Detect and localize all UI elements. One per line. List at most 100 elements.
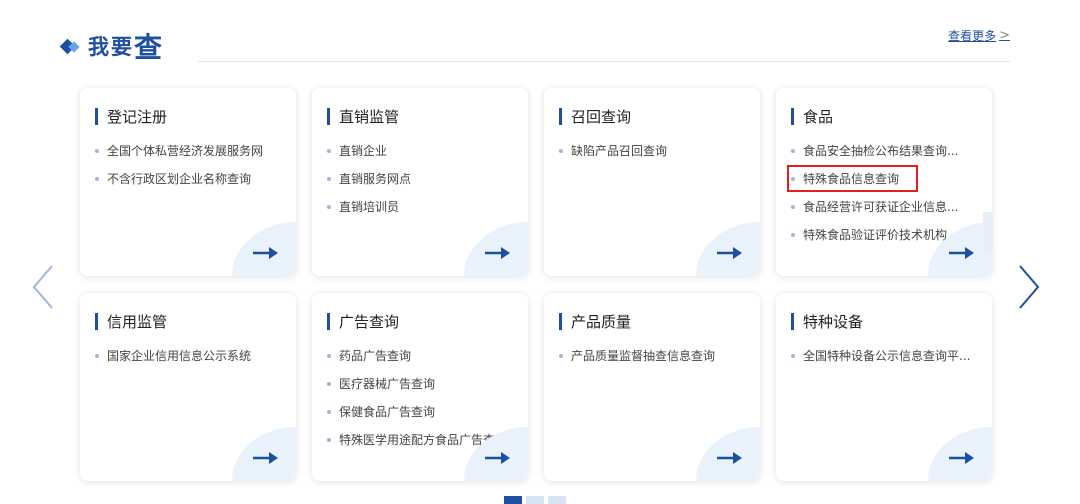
arrow-right-icon[interactable] — [716, 451, 742, 465]
card-title[interactable]: 登记注册 — [95, 106, 167, 127]
category-card: 产品质量产品质量监督抽查信息查询 — [544, 293, 760, 481]
card-link[interactable]: 直销服务网点 — [327, 171, 519, 199]
title-bar — [327, 313, 330, 330]
pager-dot-2[interactable] — [526, 496, 544, 504]
arrow-right-icon[interactable] — [716, 246, 742, 260]
card-title-text: 召回查询 — [571, 108, 632, 126]
card-title[interactable]: 信用监管 — [95, 311, 167, 332]
bullet-icon — [95, 354, 99, 358]
card-link-text: 产品质量监督抽查信息查询 — [571, 349, 716, 363]
title-bar — [559, 313, 562, 330]
card-link-text: 缺陷产品召回查询 — [571, 144, 668, 158]
title-bar — [95, 313, 98, 330]
card-link[interactable]: 全国个体私营经济发展服务网 — [95, 143, 287, 171]
section-header: 我要 查 查看更多 > — [0, 0, 1080, 70]
carousel-pager — [504, 496, 566, 504]
bullet-icon — [327, 382, 331, 386]
bullet-icon — [327, 438, 331, 442]
card-link-text: 医疗器械广告查询 — [339, 377, 436, 391]
card-link[interactable]: 产品质量监督抽查信息查询 — [559, 348, 751, 376]
card-link[interactable]: 缺陷产品召回查询 — [559, 143, 751, 171]
card-link-list: 直销企业直销服务网点 直销培训员 — [327, 143, 519, 227]
title-bar — [327, 108, 330, 125]
card-title-text: 广告查询 — [339, 313, 400, 331]
arrow-right-icon[interactable] — [252, 246, 278, 260]
chevron-right-small-icon: > — [999, 28, 1010, 43]
card-link-text: 国家企业信用信息公示系统 — [107, 349, 252, 363]
card-link-text: 全国个体私营经济发展服务网 — [107, 144, 264, 158]
card-title[interactable]: 广告查询 — [327, 311, 399, 332]
title-bar — [791, 108, 794, 125]
card-link[interactable]: 保健食品广告查询 — [327, 404, 519, 432]
bullet-icon — [95, 177, 99, 181]
category-card: 广告查询 药品广告查询 医疗器械广告查询 保健食品广告查询 特殊医学用途配方食品广告查.… — [312, 293, 528, 481]
category-card: 信用监管国家企业信用信息公示系统 — [80, 293, 296, 481]
card-link-text: 直销培训员 — [339, 200, 400, 214]
arrow-right-icon[interactable] — [484, 451, 510, 465]
card-link[interactable]: 国家企业信用信息公示系统 — [95, 348, 287, 376]
carousel-prev-button[interactable] — [28, 262, 58, 312]
arrow-right-icon[interactable] — [948, 246, 974, 260]
arrow-right-icon[interactable] — [252, 451, 278, 465]
card-link-text: 直销企业 — [339, 144, 388, 158]
card-title-text: 直销监管 — [339, 108, 400, 126]
title-bar — [791, 313, 794, 330]
bullet-icon — [327, 149, 331, 153]
card-title[interactable]: 产品质量 — [559, 311, 631, 332]
card-link-text: 直销服务网点 — [339, 172, 412, 186]
bullet-icon — [327, 177, 331, 181]
diamond-icon — [59, 37, 80, 55]
card-link-list: 国家企业信用信息公示系统 — [95, 348, 287, 376]
card-link-list: 缺陷产品召回查询 — [559, 143, 751, 171]
bullet-icon — [791, 205, 795, 209]
bullet-icon — [327, 205, 331, 209]
bullet-icon — [327, 410, 331, 414]
card-title-text: 特种设备 — [803, 313, 864, 331]
title-bar — [559, 108, 562, 125]
bullet-icon — [559, 149, 563, 153]
category-card: 直销监管直销企业直销服务网点 直销培训员 — [312, 88, 528, 276]
card-link-text: 药品广告查询 — [339, 349, 412, 363]
card-link[interactable]: 全国特种设备公示信息查询平... — [791, 348, 983, 376]
card-title-text: 信用监管 — [107, 313, 168, 331]
card-link-text: 特殊食品验证评价技术机构... — [803, 228, 959, 242]
card-link-list: 产品质量监督抽查信息查询 — [559, 348, 751, 376]
card-link[interactable]: 直销培训员 — [327, 199, 519, 227]
card-title[interactable]: 特种设备 — [791, 311, 863, 332]
card-link[interactable]: 直销企业 — [327, 143, 519, 171]
view-more-label: 查看更多 — [948, 29, 997, 43]
arrow-right-icon[interactable] — [948, 451, 974, 465]
category-card: 登记注册全国个体私营经济发展服务网 不含行政区划企业名称查询 — [80, 88, 296, 276]
card-link-text: 全国特种设备公示信息查询平... — [803, 349, 971, 363]
bullet-icon — [95, 149, 99, 153]
bullet-icon — [791, 149, 795, 153]
card-title[interactable]: 食品 — [791, 106, 833, 127]
card-title[interactable]: 直销监管 — [327, 106, 399, 127]
card-link[interactable]: 食品经营许可获证企业信息... — [791, 199, 983, 227]
category-card: 召回查询缺陷产品召回查询 — [544, 88, 760, 276]
card-title-text: 登记注册 — [107, 108, 168, 126]
bullet-icon — [791, 354, 795, 358]
card-link[interactable]: 医疗器械广告查询 — [327, 376, 519, 404]
highlight-box — [787, 165, 918, 192]
pager-dot-1[interactable] — [504, 496, 522, 504]
card-link[interactable]: 药品广告查询 — [327, 348, 519, 376]
pager-dot-3[interactable] — [548, 496, 566, 504]
card-link[interactable]: 不含行政区划企业名称查询 — [95, 171, 287, 199]
section-title: 我要 查 — [59, 26, 165, 66]
chevron-right-icon — [1019, 265, 1040, 309]
bullet-icon — [327, 354, 331, 358]
section-title-emphasis: 查 — [134, 31, 165, 64]
card-title[interactable]: 召回查询 — [559, 106, 631, 127]
arrow-right-icon[interactable] — [484, 246, 510, 260]
view-more-link[interactable]: 查看更多 > — [948, 27, 1010, 44]
card-link-text: 不含行政区划企业名称查询 — [107, 172, 252, 186]
scroll-indicator — [983, 212, 993, 252]
chevron-left-icon — [32, 265, 53, 309]
bullet-icon — [791, 233, 795, 237]
card-link-text: 食品安全抽检公布结果查询... — [803, 144, 959, 158]
card-link-text: 保健食品广告查询 — [339, 405, 436, 419]
category-card: 特种设备全国特种设备公示信息查询平... — [776, 293, 992, 481]
bullet-icon — [559, 354, 563, 358]
carousel-next-button[interactable] — [1014, 262, 1044, 312]
